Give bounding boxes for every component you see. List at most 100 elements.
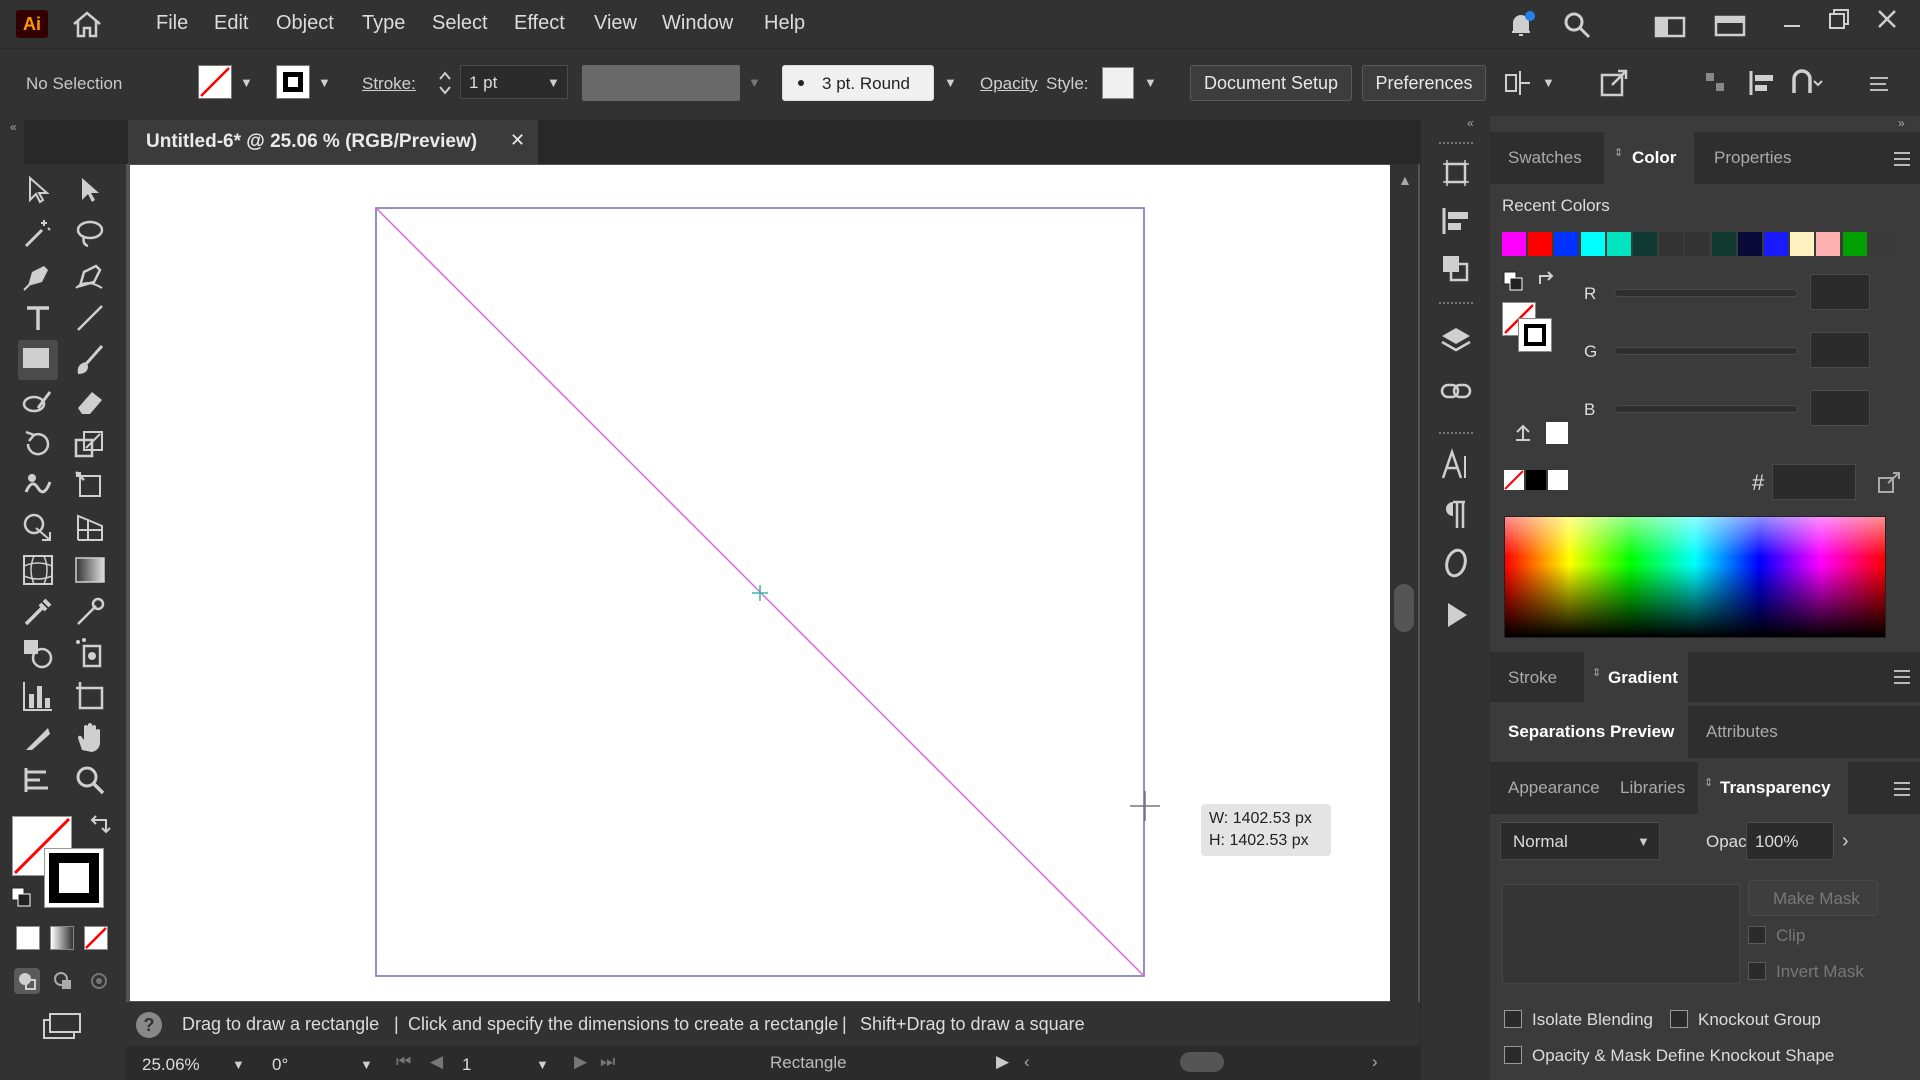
align-object-icon[interactable] bbox=[1502, 67, 1534, 99]
color-panel-menu-icon[interactable] bbox=[1894, 152, 1910, 166]
status-menu-icon[interactable]: ▶ bbox=[996, 1052, 1009, 1072]
recent-color-swatch[interactable] bbox=[1764, 232, 1788, 256]
tab-swatches[interactable]: Swatches bbox=[1508, 148, 1582, 168]
zoom-level-field[interactable]: 25.06% ▼ bbox=[126, 1048, 256, 1078]
default-fill-stroke-icon[interactable] bbox=[10, 886, 34, 910]
out-of-web-gamut-icon[interactable] bbox=[1512, 422, 1534, 444]
white-color-swatch[interactable] bbox=[1548, 470, 1568, 490]
shape-builder-tool-icon[interactable] bbox=[20, 510, 56, 546]
measure-tool-icon[interactable] bbox=[72, 594, 108, 630]
close-tab-icon[interactable]: ✕ bbox=[510, 130, 525, 151]
distribute-icon[interactable] bbox=[1700, 67, 1728, 99]
stroke-stepper-icon[interactable] bbox=[436, 67, 454, 99]
draw-behind-icon[interactable] bbox=[50, 968, 76, 994]
actions-play-icon[interactable] bbox=[1439, 598, 1473, 632]
minimize-window-icon[interactable] bbox=[1780, 14, 1804, 34]
draw-inside-icon[interactable] bbox=[86, 968, 112, 994]
swap-colors-icon[interactable] bbox=[1536, 270, 1560, 294]
recent-color-swatch[interactable] bbox=[1816, 232, 1841, 256]
r-slider[interactable] bbox=[1614, 289, 1798, 297]
opacity-label[interactable]: Opacity bbox=[980, 74, 1038, 94]
perspective-grid-tool-icon[interactable] bbox=[72, 510, 108, 546]
align-left-icon[interactable] bbox=[1746, 67, 1778, 99]
opacity-mask-knockout-checkbox[interactable] bbox=[1504, 1046, 1522, 1064]
rotation-field[interactable]: 0° ▼ bbox=[264, 1048, 382, 1078]
tab-color[interactable]: Color bbox=[1632, 148, 1676, 168]
gradient-mode-icon[interactable] bbox=[50, 926, 74, 950]
close-window-icon[interactable] bbox=[1874, 6, 1900, 32]
dock-grip[interactable] bbox=[1439, 302, 1473, 306]
blend-tool-icon[interactable] bbox=[20, 636, 56, 672]
tab-stroke[interactable]: Stroke bbox=[1508, 668, 1557, 688]
artboard[interactable]: W: 1402.53 px H: 1402.53 px bbox=[130, 165, 1391, 1001]
menu-object[interactable]: Object bbox=[276, 12, 334, 35]
fill-dropdown-chevron-icon[interactable]: ▼ bbox=[240, 75, 253, 90]
fill-swatch[interactable] bbox=[198, 65, 232, 99]
tab-transparency[interactable]: Transparency bbox=[1720, 778, 1831, 798]
opentype-icon[interactable] bbox=[1439, 546, 1473, 580]
opacity-slider-toggle-icon[interactable]: › bbox=[1842, 830, 1849, 853]
home-icon[interactable] bbox=[70, 10, 104, 38]
recent-color-swatch[interactable] bbox=[1711, 232, 1736, 256]
color-picker-icon[interactable] bbox=[1876, 470, 1902, 496]
menu-file[interactable]: File bbox=[156, 12, 188, 35]
eraser-tool-icon[interactable] bbox=[72, 384, 108, 420]
g-value-input[interactable] bbox=[1810, 332, 1870, 368]
layers-icon[interactable] bbox=[1439, 324, 1473, 358]
scroll-thumb[interactable] bbox=[1394, 584, 1414, 632]
hand-tool-icon[interactable] bbox=[72, 720, 108, 756]
color-mode-icon[interactable] bbox=[16, 926, 40, 950]
document-tab[interactable]: Untitled-6* @ 25.06 % (RGB/Preview) ✕ bbox=[128, 120, 538, 164]
stroke-dropdown-chevron-icon[interactable]: ▼ bbox=[318, 75, 331, 90]
variable-width-chevron-icon[interactable]: ▼ bbox=[748, 75, 761, 90]
black-color-swatch[interactable] bbox=[1526, 470, 1546, 490]
dock-grip[interactable] bbox=[1439, 142, 1473, 146]
recent-color-swatch[interactable] bbox=[1502, 232, 1526, 256]
recent-color-swatch[interactable] bbox=[1868, 232, 1893, 256]
zoom-tool-icon[interactable] bbox=[72, 762, 108, 798]
preferences-button[interactable]: Preferences bbox=[1362, 65, 1486, 101]
tab-gradient[interactable]: Gradient bbox=[1608, 668, 1678, 688]
paragraph-icon[interactable] bbox=[1439, 498, 1473, 532]
variable-width-profile[interactable] bbox=[582, 65, 740, 101]
recent-color-swatch[interactable] bbox=[1842, 232, 1867, 256]
b-value-input[interactable] bbox=[1810, 390, 1870, 426]
mesh-tool-icon[interactable] bbox=[20, 552, 56, 588]
style-chevron-icon[interactable]: ▼ bbox=[1144, 75, 1157, 90]
pen-tool-icon[interactable] bbox=[20, 258, 56, 294]
none-mode-icon[interactable] bbox=[84, 926, 108, 950]
screen-mode-icon[interactable] bbox=[40, 1012, 84, 1042]
menu-view[interactable]: View bbox=[594, 12, 637, 35]
recent-color-swatch[interactable] bbox=[1554, 232, 1579, 256]
scroll-right-icon[interactable]: › bbox=[1372, 1052, 1378, 1072]
recent-color-swatch[interactable] bbox=[1633, 232, 1657, 256]
paintbrush-tool-icon[interactable] bbox=[72, 342, 108, 378]
free-transform-tool-icon[interactable] bbox=[72, 468, 108, 504]
pathfinder-icon[interactable] bbox=[1439, 252, 1473, 286]
horizontal-scroll-thumb[interactable] bbox=[1180, 1052, 1224, 1072]
scroll-up-icon[interactable]: ▲ bbox=[1398, 172, 1412, 188]
blend-mode-select[interactable]: Normal ▼ bbox=[1500, 822, 1660, 860]
document-setup-button[interactable]: Document Setup bbox=[1190, 65, 1352, 101]
artboard-chevron-icon[interactable]: ▼ bbox=[536, 1057, 549, 1072]
rotation-chevron-icon[interactable]: ▼ bbox=[360, 1057, 373, 1072]
invert-mask-checkbox[interactable] bbox=[1748, 962, 1766, 980]
g-slider[interactable] bbox=[1614, 347, 1798, 355]
scale-tool-icon[interactable] bbox=[72, 426, 108, 462]
hex-value-input[interactable] bbox=[1772, 464, 1856, 500]
recent-color-swatch[interactable] bbox=[1606, 232, 1631, 256]
type-tool-icon[interactable] bbox=[20, 300, 56, 336]
brush-definition[interactable]: 3 pt. Round bbox=[782, 65, 934, 101]
opacity-input[interactable]: 100% bbox=[1746, 822, 1834, 860]
b-slider[interactable] bbox=[1614, 405, 1798, 413]
make-mask-button[interactable]: Make Mask bbox=[1748, 880, 1878, 916]
tab-appearance[interactable]: Appearance bbox=[1508, 778, 1600, 798]
last-artboard-icon[interactable]: ⏭ bbox=[600, 1052, 615, 1072]
menu-window[interactable]: Window bbox=[662, 12, 733, 35]
search-icon[interactable] bbox=[1562, 10, 1592, 40]
dock-grip[interactable] bbox=[1439, 432, 1473, 436]
isolate-object-icon[interactable] bbox=[1598, 67, 1630, 99]
swap-fill-stroke-icon[interactable] bbox=[88, 814, 112, 838]
tab-properties[interactable]: Properties bbox=[1714, 148, 1791, 168]
first-artboard-icon[interactable]: ⏮ bbox=[396, 1052, 411, 1072]
